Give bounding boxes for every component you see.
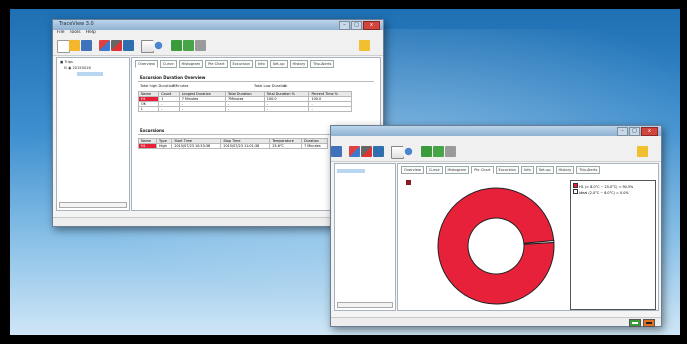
- filter-icon[interactable]: [99, 40, 110, 51]
- tab-trip-alerts[interactable]: Trip-Alerts: [310, 60, 335, 68]
- connection-indicator-icon: [629, 319, 641, 327]
- desktop-background: TraceView 3.0 – □ x File Tools Help ▣ Tr…: [10, 9, 680, 335]
- close-button[interactable]: x: [641, 127, 658, 136]
- table-row[interactable]: L - - - - -: [137, 106, 352, 112]
- menu-tools[interactable]: Tools: [70, 30, 81, 37]
- minimize-button[interactable]: –: [617, 127, 628, 136]
- close-button[interactable]: x: [363, 21, 380, 30]
- tab-excursion[interactable]: Excursion: [495, 166, 519, 174]
- toolbar: [331, 143, 661, 162]
- help-icon[interactable]: [359, 40, 370, 51]
- edit-icon[interactable]: [361, 146, 372, 157]
- content-panel: Overview Curve Histogram Pie Chart Excur…: [397, 163, 659, 311]
- menu-help[interactable]: Help: [86, 30, 96, 37]
- pie-chart-icon[interactable]: [403, 146, 414, 157]
- tab-overview[interactable]: Overview: [135, 60, 158, 68]
- tab-history[interactable]: History: [555, 166, 575, 174]
- total-low-duration-label: Total Low Duration: [254, 84, 288, 88]
- total-high-duration-label: Total high Duration: [140, 84, 175, 88]
- menu-bar: [331, 136, 661, 143]
- title-bar: TraceView 3.0 – □ x: [53, 20, 383, 30]
- tab-setup[interactable]: Set-up: [269, 60, 288, 68]
- tab-trip-alerts[interactable]: Trip-Alerts: [576, 166, 601, 174]
- filter-icon[interactable]: [349, 146, 360, 157]
- print-icon[interactable]: [445, 146, 456, 157]
- legend-item-ideal: Ideal (2.0°C ~ 8.0°C) = 0.0%: [573, 189, 653, 195]
- save-icon[interactable]: [81, 40, 92, 51]
- horizontal-scrollbar[interactable]: [59, 202, 127, 208]
- tab-histogram[interactable]: Histogram: [178, 60, 204, 68]
- chart-legend: H1 (> 8.0°C ~ 25.0°C) = 90.5% Ideal (2.0…: [570, 180, 656, 310]
- tab-info[interactable]: Info: [254, 60, 268, 68]
- tab-curve[interactable]: Curve: [425, 166, 443, 174]
- app-window-pie-chart: – □ x Overview Curve Histogram Pie Chart…: [330, 125, 662, 327]
- tree-selected-item[interactable]: [337, 169, 365, 173]
- export-icon[interactable]: [373, 146, 384, 157]
- tree-root[interactable]: ▣ Trips: [60, 60, 73, 64]
- tab-info[interactable]: Info: [520, 166, 534, 174]
- toolbar: [53, 37, 383, 56]
- device-indicator-icon: [643, 319, 655, 327]
- horizontal-scrollbar[interactable]: [337, 302, 393, 308]
- tab-overview[interactable]: Overview: [401, 166, 424, 174]
- save-icon[interactable]: [331, 146, 342, 157]
- tab-pie-chart[interactable]: Pie Chart: [205, 60, 228, 68]
- window-title: TraceView 3.0: [59, 21, 94, 27]
- legend-swatch-ideal: [573, 189, 578, 194]
- table-header-row: Name Count Longest Duration Total Durati…: [137, 91, 352, 97]
- chart-option-icon[interactable]: [406, 180, 411, 185]
- table-row[interactable]: H1 High 2015/07/23 10:53:38 2015/07/23 1…: [138, 143, 328, 149]
- pie-slice-h1: [437, 187, 555, 305]
- tree-selected-item[interactable]: [77, 72, 103, 76]
- menu-file[interactable]: File: [57, 30, 65, 37]
- legend-swatch-h1: [573, 183, 578, 188]
- duration-table: Name Count Longest Duration Total Durati…: [137, 91, 352, 112]
- maximize-button[interactable]: □: [629, 127, 640, 136]
- total-high-duration-value: 7Minutes: [172, 84, 189, 88]
- title-bar: – □ x: [331, 126, 661, 136]
- upload-icon[interactable]: [421, 146, 432, 157]
- trip-tree-panel: ▣ Trips ⊟ ◉ 20150016: [56, 57, 130, 211]
- open-folder-icon[interactable]: [69, 40, 80, 51]
- upload-icon[interactable]: [171, 40, 182, 51]
- tab-histogram[interactable]: Histogram: [444, 166, 470, 174]
- overview-heading: Excursion Duration Overview: [140, 75, 206, 80]
- tab-excursion[interactable]: Excursion: [229, 60, 253, 68]
- tab-setup[interactable]: Set-up: [535, 166, 554, 174]
- tab-history[interactable]: History: [289, 60, 309, 68]
- pie-chart-icon[interactable]: [153, 40, 164, 51]
- help-icon[interactable]: [637, 146, 648, 157]
- tree-item-trip[interactable]: ⊟ ◉ 20150016: [64, 66, 91, 70]
- report-icon[interactable]: [183, 40, 194, 51]
- pie-chart: [437, 187, 555, 305]
- status-bar: [331, 317, 661, 327]
- tab-curve[interactable]: Curve: [159, 60, 177, 68]
- tab-pie-chart[interactable]: Pie Chart: [471, 166, 494, 174]
- menu-bar: File Tools Help: [53, 30, 383, 37]
- report-icon[interactable]: [433, 146, 444, 157]
- trip-tree-panel: [334, 163, 396, 311]
- tab-strip: Overview Curve Histogram Pie Chart Excur…: [398, 164, 658, 176]
- excursions-table: Name Type Start Time Stop Time Temperatu…: [138, 138, 328, 149]
- minimize-button[interactable]: –: [339, 21, 350, 30]
- screenshot-frame: TraceView 3.0 – □ x File Tools Help ▣ Tr…: [0, 0, 687, 344]
- export-icon[interactable]: [123, 40, 134, 51]
- total-low-duration-value: 0: [284, 84, 287, 88]
- excursions-heading: Excursions: [140, 128, 165, 133]
- tab-strip: Overview Curve Histogram Pie Chart Excur…: [132, 58, 380, 70]
- edit-icon[interactable]: [111, 40, 122, 51]
- maximize-button[interactable]: □: [351, 21, 362, 30]
- print-icon[interactable]: [195, 40, 206, 51]
